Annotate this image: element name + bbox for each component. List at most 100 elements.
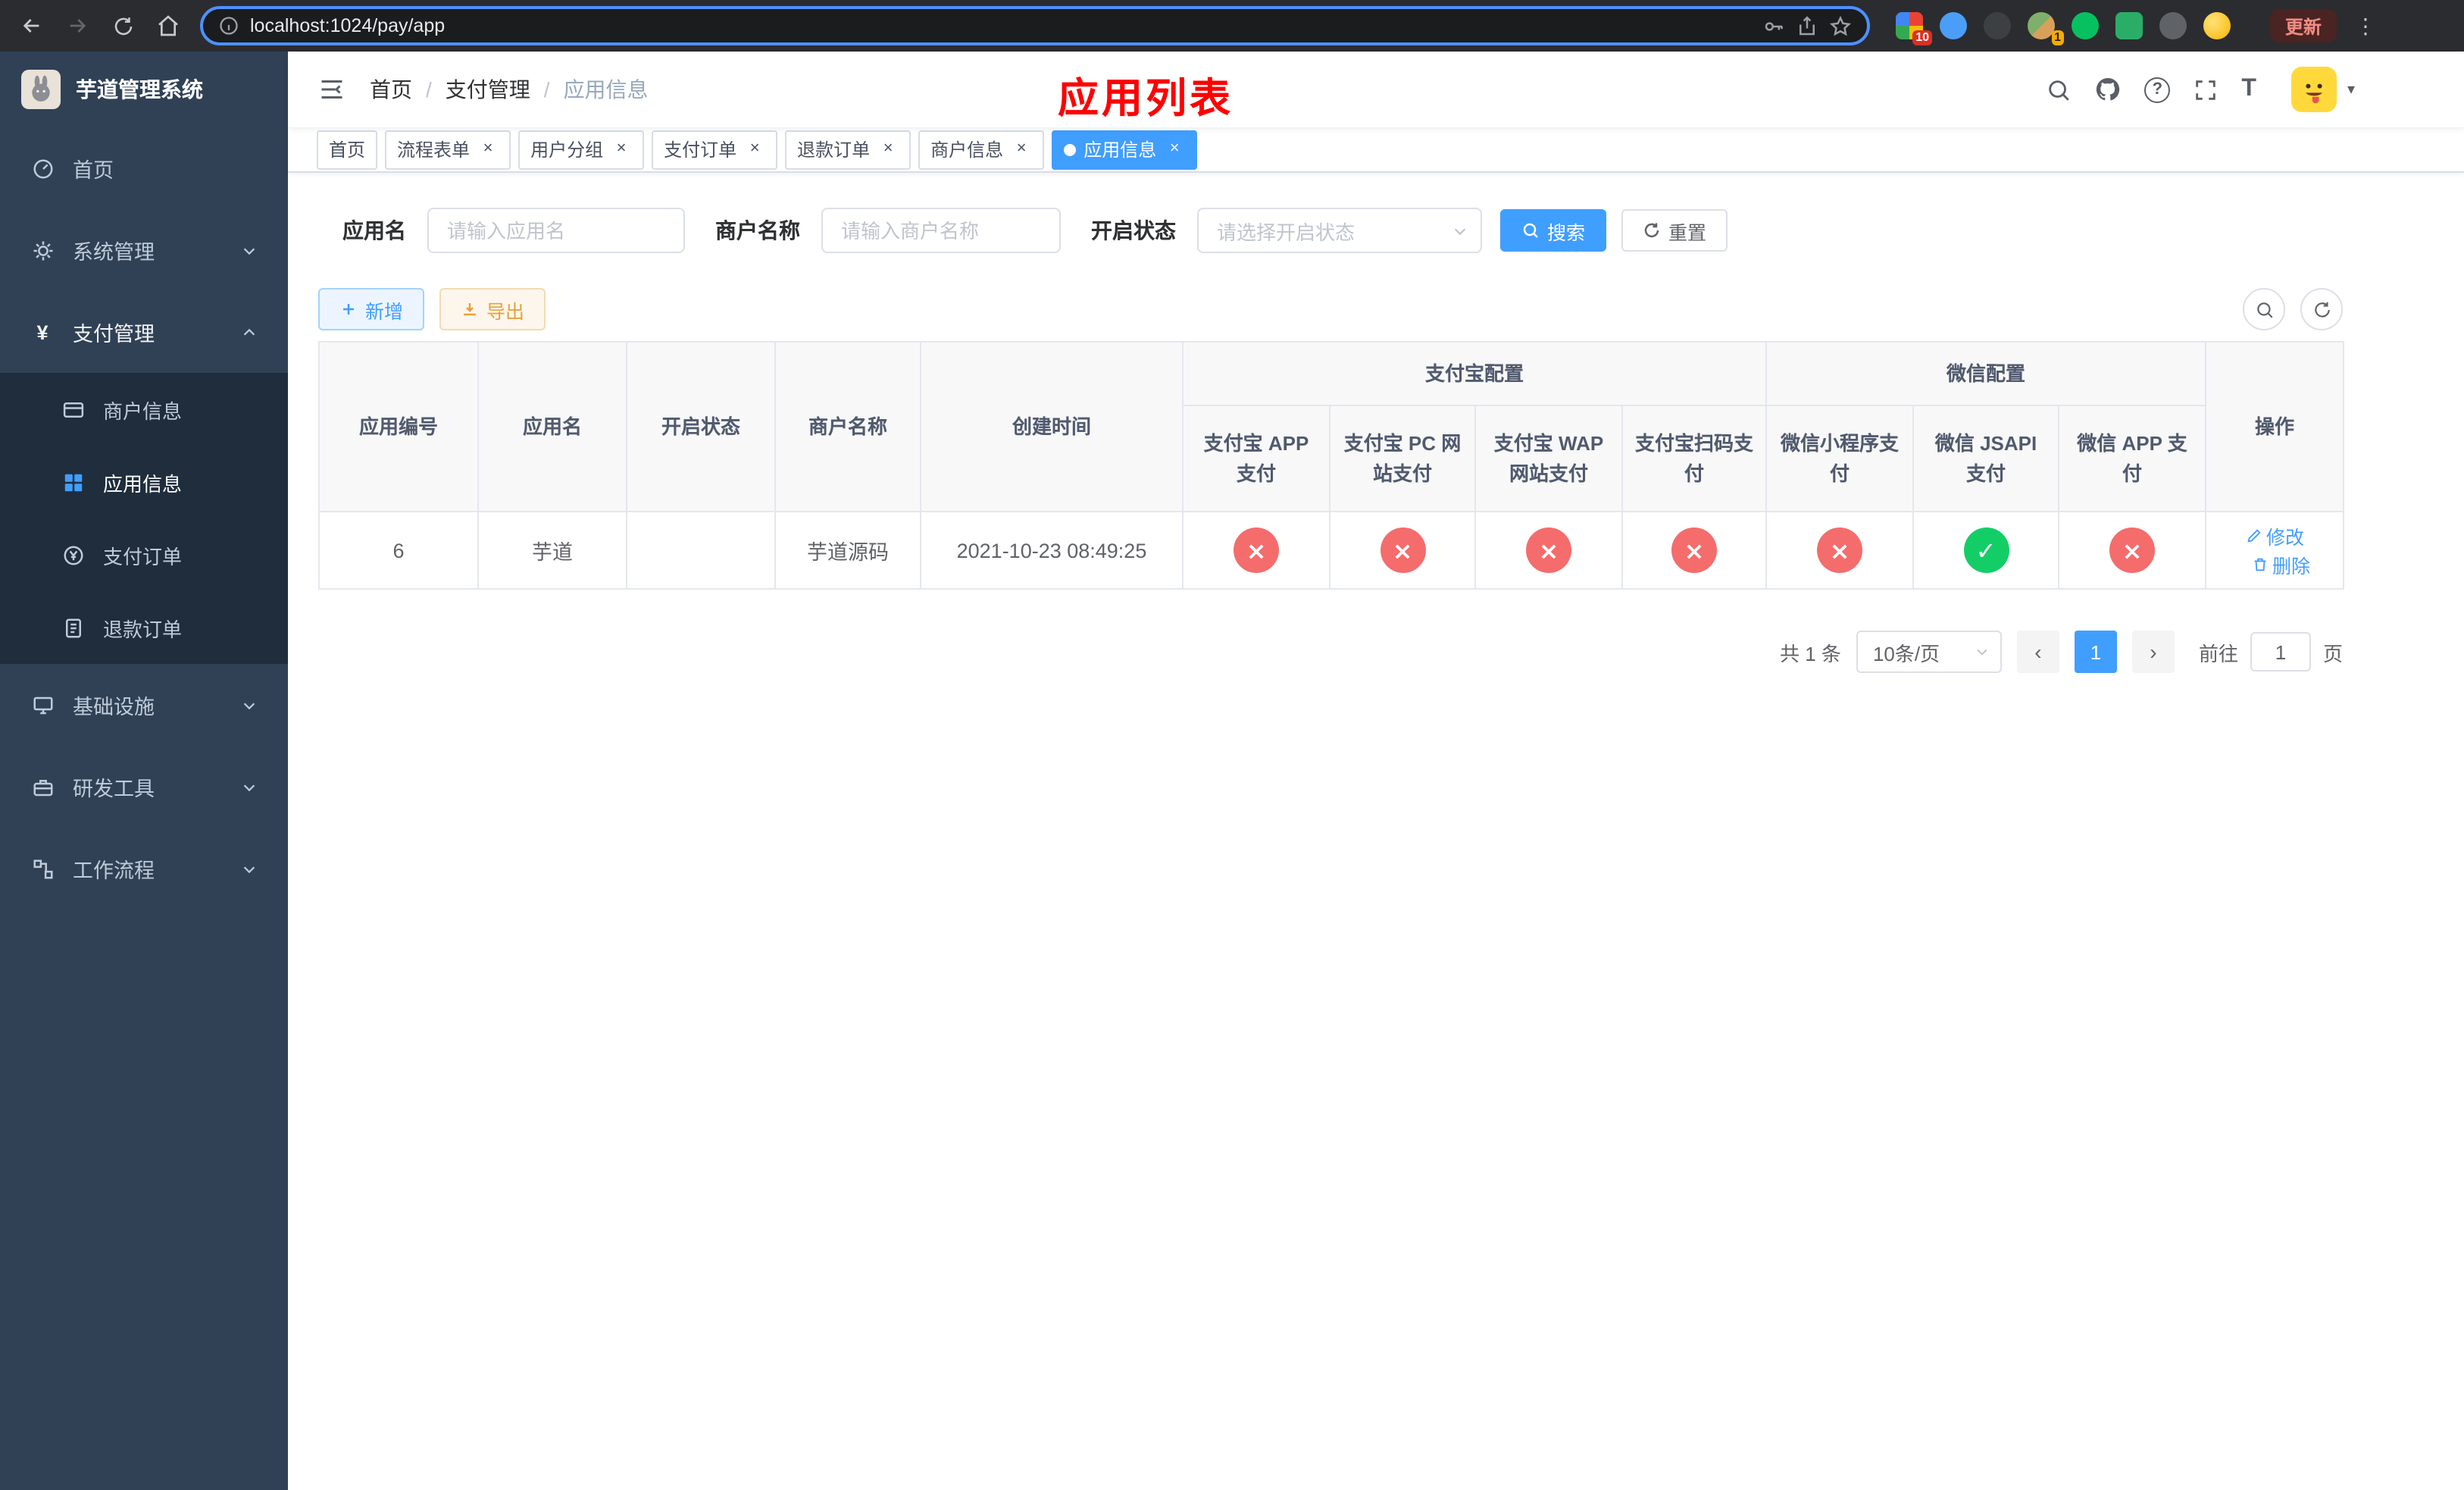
close-icon[interactable] <box>1164 139 1185 160</box>
refresh-table-button[interactable] <box>2300 288 2343 330</box>
tab-refund-order[interactable]: 退款订单 <box>785 130 911 169</box>
extension-emoji-icon[interactable] <box>2203 12 2231 39</box>
sidebar: 芋道管理系统 首页 系统管理 ¥ 支付管理 商户信息 应用信息 支付订单 退款订… <box>0 52 288 1490</box>
tab-app-info[interactable]: 应用信息 <box>1052 130 1198 169</box>
pagination: 共 1 条 10条/页 1 前往 页 <box>318 631 2343 673</box>
sidebar-item-label: 退款订单 <box>103 618 183 640</box>
dashboard-icon <box>30 157 55 180</box>
cell-wx-lite: × <box>1765 511 1915 590</box>
delete-link[interactable]: 删除 <box>2251 550 2310 579</box>
help-icon[interactable] <box>2144 77 2171 102</box>
browser-menu-button[interactable]: ⋮ <box>2355 13 2376 39</box>
status-cross-icon: × <box>1234 527 1279 573</box>
browser-reload-button[interactable] <box>103 6 142 45</box>
address-bar[interactable]: localhost:1024/pay/app <box>200 6 1870 45</box>
sidebar-item-merchant-info[interactable]: 商户信息 <box>0 373 288 446</box>
app-name-input[interactable] <box>427 208 685 253</box>
chevron-down-icon <box>1452 222 1468 239</box>
goto-page-input[interactable] <box>2250 632 2311 671</box>
sidebar-item-workflow[interactable]: 工作流程 <box>0 828 288 909</box>
close-icon[interactable] <box>744 139 765 160</box>
app-name-label: 应用名 <box>342 218 406 243</box>
tab-process-form[interactable]: 流程表单 <box>385 130 511 169</box>
reset-button[interactable]: 重置 <box>1621 209 1728 252</box>
home-icon <box>158 15 178 36</box>
add-button[interactable]: 新增 <box>318 288 425 330</box>
extension-dark-icon[interactable] <box>1984 12 2011 39</box>
github-icon[interactable] <box>2094 76 2122 103</box>
browser-back-button[interactable] <box>12 6 52 45</box>
breadcrumb-home[interactable]: 首页 <box>370 74 412 105</box>
prev-page-button[interactable] <box>2016 631 2059 673</box>
status-cross-icon: × <box>2109 527 2156 573</box>
sidebar-item-payment[interactable]: ¥ 支付管理 <box>0 291 288 373</box>
sidebar-item-infrastructure[interactable]: 基础设施 <box>0 664 288 746</box>
column-header-wx-jsapi: 微信 JSAPI 支付 <box>1912 405 2060 512</box>
extension-avatar-icon[interactable]: 1 <box>2028 12 2064 45</box>
sidebar-item-app-info[interactable]: 应用信息 <box>0 446 288 518</box>
pagination-total: 共 1 条 <box>1780 642 1841 665</box>
close-icon[interactable] <box>877 139 899 160</box>
browser-forward-button <box>58 6 97 45</box>
chevron-down-icon <box>1975 644 1990 659</box>
tab-merchant-info[interactable]: 商户信息 <box>918 130 1045 169</box>
page-size-select[interactable]: 10条/页 <box>1856 631 2002 673</box>
navbar-icons <box>2046 67 2355 112</box>
merchant-name-input[interactable] <box>821 208 1061 253</box>
edit-link[interactable]: 修改 <box>2245 521 2304 550</box>
tab-user-group[interactable]: 用户分组 <box>518 130 645 169</box>
extension-puzzle-icon[interactable] <box>2159 12 2187 39</box>
toggle-search-button[interactable] <box>2243 288 2285 330</box>
extension-blue-icon[interactable] <box>1940 12 1967 39</box>
sidebar-collapse-button[interactable] <box>318 76 346 103</box>
sidebar-item-pay-order[interactable]: 支付订单 <box>0 518 288 591</box>
column-header-merchant: 商户名称 <box>774 341 921 512</box>
trash-icon <box>2253 558 2265 571</box>
cell-actions: 修改 删除 <box>2205 511 2345 590</box>
breadcrumb-payment[interactable]: 支付管理 <box>446 74 530 105</box>
extension-wechat-icon[interactable] <box>2072 12 2099 39</box>
page-number-button[interactable]: 1 <box>2074 631 2117 673</box>
extension-grid-icon[interactable]: 10 <box>1896 12 1932 45</box>
sidebar-item-system[interactable]: 系统管理 <box>0 209 288 291</box>
sidebar-item-refund-order[interactable]: 退款订单 <box>0 591 288 664</box>
user-menu[interactable] <box>2290 67 2355 112</box>
pencil-icon <box>2247 529 2260 543</box>
app-logo-row[interactable]: 芋道管理系统 <box>0 52 288 127</box>
extensions-area: 10 1 <box>1896 12 2255 45</box>
cell-status <box>626 511 776 590</box>
close-icon[interactable] <box>1011 139 1032 160</box>
share-icon[interactable] <box>1796 14 1818 37</box>
app-shell: 芋道管理系统 首页 系统管理 ¥ 支付管理 商户信息 应用信息 支付订单 退款订… <box>0 52 2464 1490</box>
sidebar-item-dev-tools[interactable]: 研发工具 <box>0 746 288 828</box>
chevron-down-icon <box>241 696 258 713</box>
sidebar-item-home[interactable]: 首页 <box>0 127 288 209</box>
site-info-icon[interactable] <box>218 15 239 36</box>
tab-label: 用户分组 <box>530 139 604 161</box>
tab-label: 支付订单 <box>664 139 737 161</box>
status-select[interactable]: 请选择开启状态 <box>1197 208 1482 253</box>
font-size-icon[interactable] <box>2241 76 2256 103</box>
tab-pay-order[interactable]: 支付订单 <box>652 130 778 169</box>
close-icon[interactable] <box>611 139 632 160</box>
chevron-down-icon <box>241 860 258 877</box>
tab-home[interactable]: 首页 <box>317 130 378 169</box>
plus-icon <box>343 304 354 315</box>
sidebar-item-label: 研发工具 <box>73 778 155 800</box>
bookmark-star-icon[interactable] <box>1829 14 1852 37</box>
status-label: 开启状态 <box>1091 218 1176 243</box>
edit-link-label: 修改 <box>2266 527 2305 549</box>
export-button[interactable]: 导出 <box>439 288 546 330</box>
extension-chat-icon[interactable] <box>2115 12 2143 39</box>
close-icon[interactable] <box>477 139 499 160</box>
header-search-icon[interactable] <box>2046 77 2072 102</box>
search-button[interactable]: 搜索 <box>1500 209 1607 252</box>
status-cross-icon: × <box>1526 527 1571 573</box>
browser-home-button[interactable] <box>149 6 188 45</box>
status-cross-icon: × <box>1380 527 1425 573</box>
delete-link-label: 删除 <box>2272 556 2311 578</box>
browser-update-button[interactable]: 更新 <box>2269 9 2337 42</box>
next-page-button[interactable] <box>2131 631 2175 673</box>
password-key-icon[interactable] <box>1762 14 1785 37</box>
fullscreen-icon[interactable] <box>2193 77 2219 102</box>
